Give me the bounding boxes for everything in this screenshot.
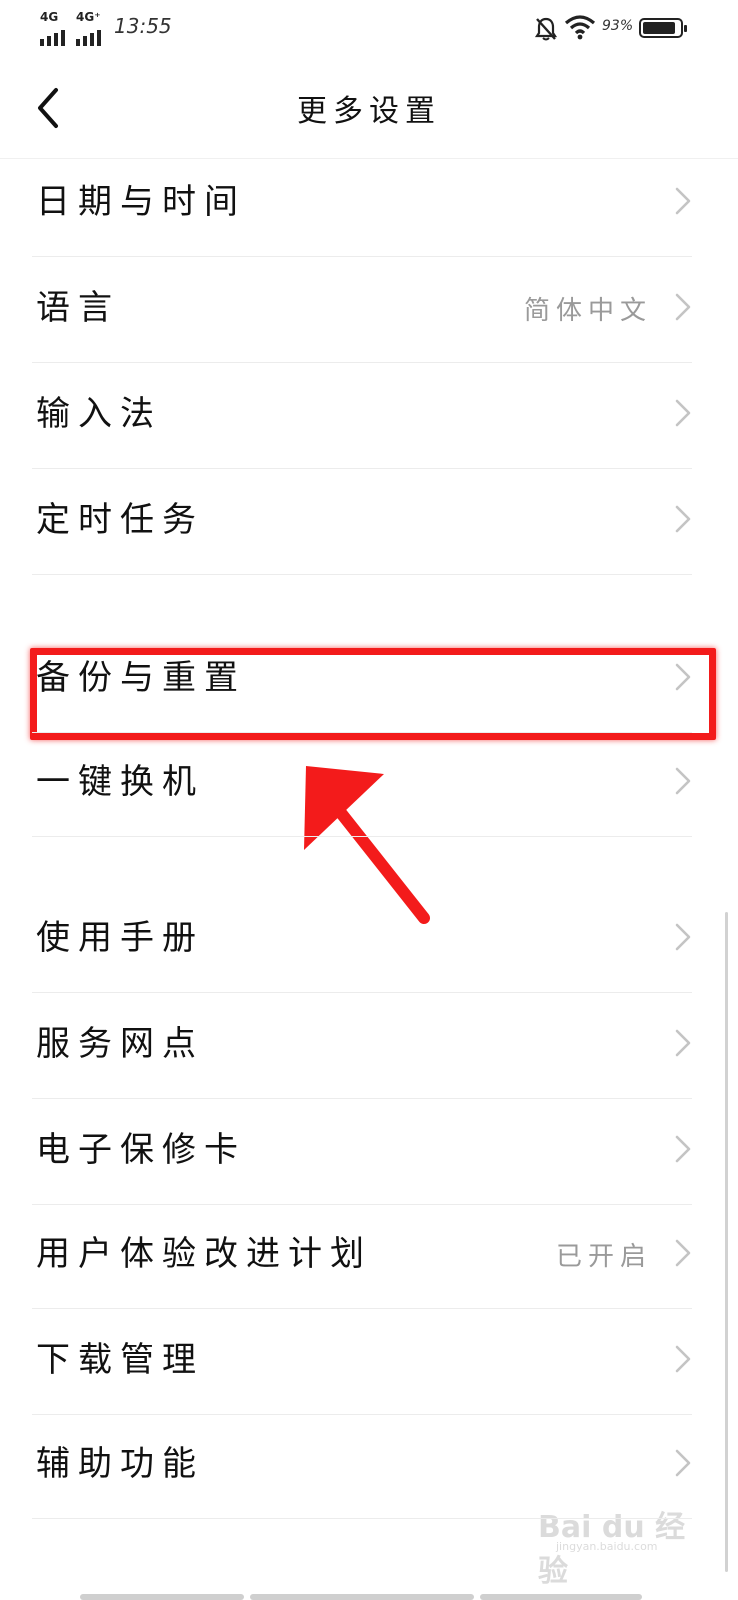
settings-item-label: 语言 <box>36 288 120 328</box>
chevron-right-icon <box>675 923 691 951</box>
settings-item[interactable]: 日期与时间 <box>0 150 738 250</box>
wifi-icon <box>564 14 596 44</box>
settings-item[interactable]: 下载管理 <box>0 1308 738 1408</box>
status-bar: 4G 4G⁺ 13:55 93% <box>0 0 738 56</box>
chevron-right-icon <box>675 399 691 427</box>
settings-item[interactable]: 辅助功能 <box>0 1412 738 1512</box>
settings-item-value: 已开启 <box>555 1242 652 1272</box>
signal-bars-icon <box>76 30 101 46</box>
battery-fill <box>643 22 675 34</box>
settings-item[interactable]: 定时任务 <box>0 468 738 568</box>
settings-item[interactable]: 用户体验改进计划 已开启 <box>0 1202 738 1302</box>
chevron-right-icon <box>675 1239 691 1267</box>
settings-item[interactable]: 电子保修卡 <box>0 1098 738 1198</box>
battery-icon <box>639 18 687 38</box>
settings-item-label: 一键换机 <box>36 762 204 802</box>
chevron-right-icon <box>675 505 691 533</box>
chevron-right-icon <box>675 187 691 215</box>
chevron-right-icon <box>675 767 691 795</box>
settings-item-label: 服务网点 <box>36 1024 204 1064</box>
chevron-right-icon <box>675 1449 691 1477</box>
settings-item-label: 辅助功能 <box>36 1444 204 1484</box>
signal-bars-icon <box>40 30 65 46</box>
page-title: 更多设置 <box>297 94 441 129</box>
bell-muted-icon <box>534 16 558 46</box>
settings-item-label: 下载管理 <box>36 1340 204 1380</box>
settings-item-label: 用户体验改进计划 <box>36 1234 372 1274</box>
settings-item-label: 输入法 <box>36 394 162 434</box>
settings-item-label: 日期与时间 <box>36 182 246 222</box>
status-time: 13:55 <box>114 14 172 38</box>
settings-item[interactable]: 语言 简体中文 <box>0 256 738 356</box>
chevron-right-icon <box>675 663 691 691</box>
settings-item[interactable]: 备份与重置 <box>0 626 738 726</box>
settings-item[interactable]: 输入法 <box>0 362 738 462</box>
settings-item[interactable]: 服务网点 <box>0 992 738 1092</box>
row-divider <box>32 836 692 837</box>
settings-item-label: 定时任务 <box>36 500 204 540</box>
row-divider <box>32 1518 692 1519</box>
chevron-right-icon <box>675 1135 691 1163</box>
settings-item-label: 备份与重置 <box>36 658 246 698</box>
settings-item-label: 电子保修卡 <box>36 1130 246 1170</box>
bottom-strip <box>0 1590 738 1600</box>
row-divider <box>32 574 692 575</box>
signal-2-label: 4G⁺ <box>76 10 101 24</box>
chevron-right-icon <box>675 293 691 321</box>
chevron-right-icon <box>675 1345 691 1373</box>
signal-1-label: 4G <box>40 10 59 24</box>
watermark-logo: Bai du 经验 <box>538 1510 686 1589</box>
settings-item[interactable]: 一键换机 <box>0 730 738 830</box>
settings-item[interactable]: 使用手册 <box>0 886 738 986</box>
battery-percent: 93% <box>602 18 634 34</box>
watermark-url: jingyan.baidu.com <box>556 1540 658 1553</box>
settings-item-label: 使用手册 <box>36 918 204 958</box>
settings-item-value: 简体中文 <box>523 296 652 326</box>
header: 更多设置 <box>0 56 738 160</box>
chevron-right-icon <box>675 1029 691 1057</box>
